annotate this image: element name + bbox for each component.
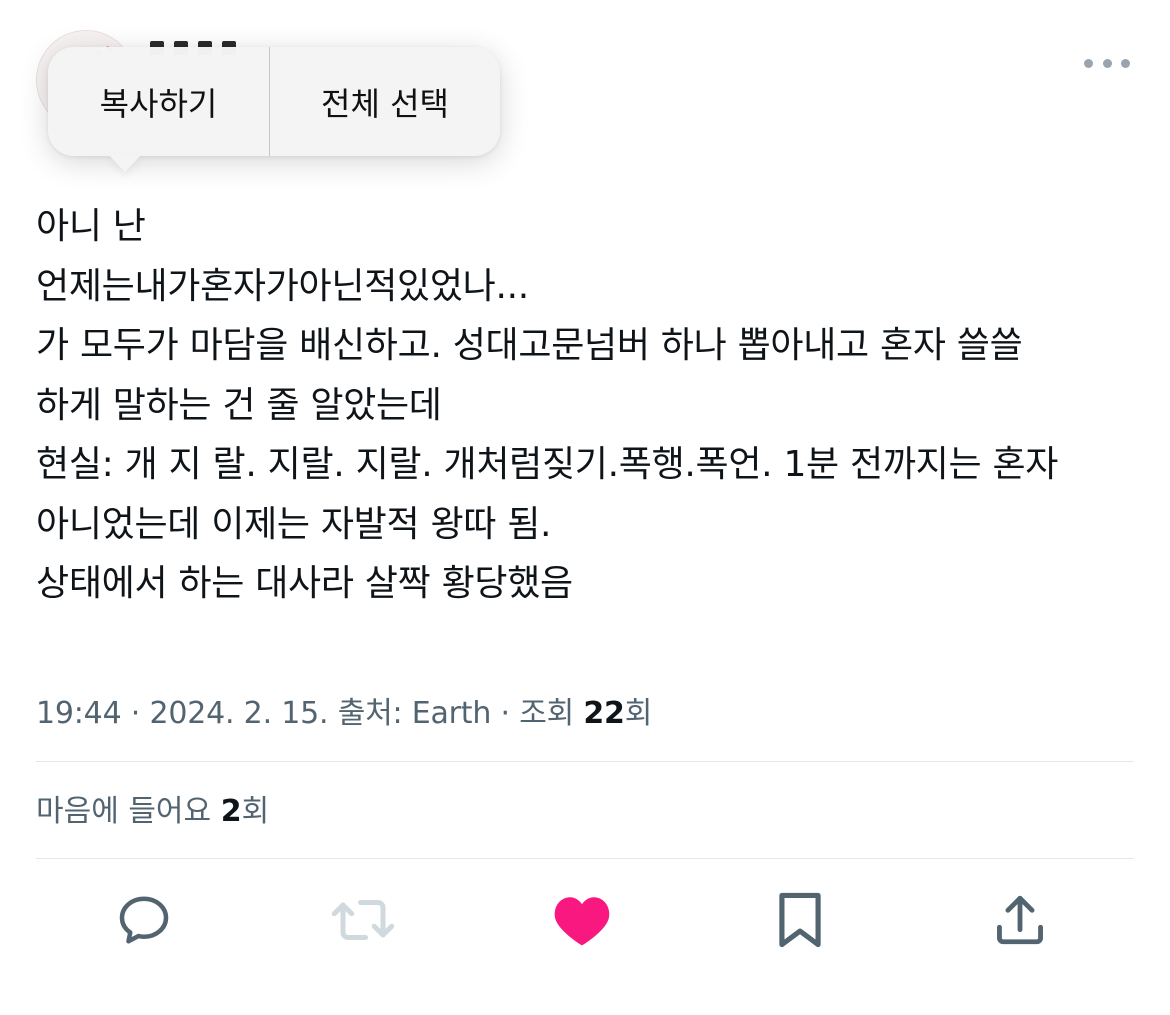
reply-bubble-icon [119,896,169,944]
tweet-line: 현실: 개 지 랄. 지랄. 지랄. 개처럼짖기.폭행.폭언. 1분 전까지는 … [36,444,1059,485]
bookmark-button[interactable] [760,880,840,960]
tweet-action-bar [0,880,1170,970]
more-options-icon[interactable] [1084,52,1130,74]
view-suffix: 회 [624,696,653,731]
divider-top [36,761,1134,762]
tweet-line: 가 모두가 마담을 배신하고. 성대고문넘버 하나 뽑아내고 혼자 쓸쓸 [36,325,1023,366]
bookmark-icon [779,892,821,948]
likes-label: 마음에 들어요 [36,794,221,829]
retweet-icon [331,900,395,940]
share-upload-icon [997,895,1043,945]
likes-suffix: 회 [241,794,270,829]
divider-bottom [36,858,1134,859]
copy-button[interactable]: 복사하기 [48,47,269,156]
like-count: 2 [220,794,242,829]
tweet-text[interactable]: 아니 난 언제는내가혼자가아닌적있었나... 가 모두가 마담을 배신하고. 성… [36,197,1146,614]
tweet-meta: 19:44 · 2024. 2. 15. 출처: Earth · 조회 22회 [36,688,652,732]
menu-pointer [108,154,142,172]
tweet-line: 언제는내가혼자가아닌적있었나... [36,265,529,307]
likes-summary[interactable]: 마음에 들어요 2회 [36,786,269,830]
share-button[interactable] [980,880,1060,960]
tweet-line: 상태에서 하는 대사라 살짝 황당했음 [36,563,573,604]
tweet-line: 아니었는데 이제는 자발적 왕따 됨. [36,503,552,545]
text-edit-menu: 복사하기 전체 선택 [48,47,500,172]
retweet-button[interactable] [323,880,403,960]
select-all-button[interactable]: 전체 선택 [270,47,500,156]
tweet-line: 아니 난 [36,206,146,247]
view-count[interactable]: 22 [583,696,625,731]
like-button[interactable] [542,880,622,960]
heart-filled-icon [554,897,610,946]
tweet-line: 하게 말하는 건 줄 알았는데 [36,384,442,426]
reply-button[interactable] [104,880,184,960]
meta-text: 19:44 · 2024. 2. 15. 출처: Earth · 조회 [36,696,584,731]
